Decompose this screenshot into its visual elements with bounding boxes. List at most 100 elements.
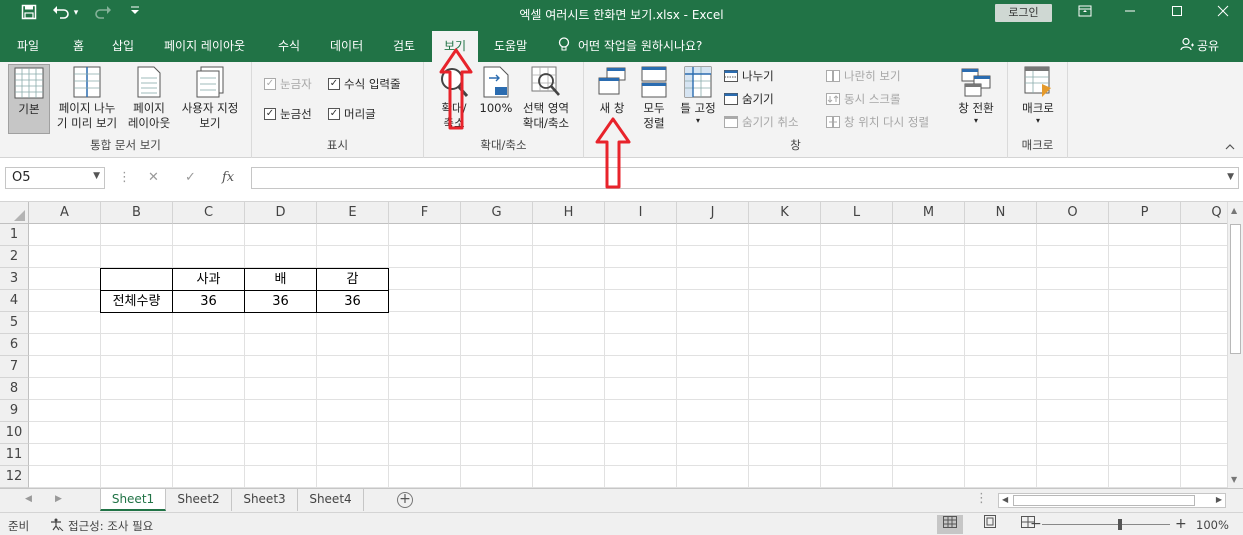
- cell-B4[interactable]: 전체수량: [100, 290, 173, 313]
- cell-C3[interactable]: 사과: [172, 268, 245, 291]
- horizontal-scroll-thumb[interactable]: [1013, 495, 1195, 506]
- row-header[interactable]: 6: [0, 334, 29, 356]
- column-header[interactable]: D: [245, 202, 317, 224]
- row-header[interactable]: 1: [0, 224, 29, 246]
- minimize-icon[interactable]: [1115, 3, 1145, 23]
- column-header[interactable]: I: [605, 202, 677, 224]
- expand-formula-bar-icon[interactable]: ▼: [1227, 172, 1234, 182]
- insert-function-icon[interactable]: fx: [222, 170, 234, 185]
- ribbon-display-options-icon[interactable]: [1070, 3, 1100, 23]
- zoom-out-icon[interactable]: −: [1030, 516, 1042, 532]
- zoom-slider-track[interactable]: [1042, 524, 1170, 525]
- accessibility-status[interactable]: 접근성: 조사 필요: [50, 518, 153, 534]
- column-header[interactable]: J: [677, 202, 749, 224]
- cell-D3[interactable]: 배: [244, 268, 317, 291]
- select-all-corner[interactable]: [0, 202, 29, 224]
- page-break-preview-button[interactable]: 페이지 나누 기 미리 보기: [52, 64, 122, 131]
- chevron-down-icon[interactable]: ▼: [93, 171, 100, 181]
- freeze-panes-button[interactable]: 틀 고정 ▾: [676, 64, 720, 125]
- tell-me-search[interactable]: 어떤 작업을 원하시나요?: [558, 37, 702, 55]
- previous-sheet-icon[interactable]: ◀: [25, 494, 32, 504]
- sheet-tab-3[interactable]: Sheet3: [232, 489, 298, 511]
- horizontal-scrollbar[interactable]: ◀ ▶: [998, 493, 1226, 508]
- row-header[interactable]: 4: [0, 290, 29, 312]
- tab-help[interactable]: 도움말: [494, 37, 527, 54]
- page-layout-view-button[interactable]: 페이지 레이아웃: [124, 64, 174, 131]
- column-header[interactable]: P: [1109, 202, 1181, 224]
- cell-D4[interactable]: 36: [244, 290, 317, 313]
- name-box[interactable]: O5 ▼: [5, 167, 105, 189]
- scroll-left-icon[interactable]: ◀: [1002, 495, 1008, 504]
- zoom-slider-thumb[interactable]: [1118, 519, 1122, 530]
- row-header[interactable]: 3: [0, 268, 29, 290]
- custom-views-button[interactable]: 사용자 지정 보기: [176, 64, 244, 131]
- column-header[interactable]: M: [893, 202, 965, 224]
- collapse-ribbon-icon[interactable]: [1225, 139, 1235, 153]
- normal-view-button[interactable]: 기본: [8, 64, 50, 134]
- macros-button[interactable]: 매크로 ▾: [1014, 64, 1062, 125]
- cell-E4[interactable]: 36: [316, 290, 389, 313]
- column-header[interactable]: E: [317, 202, 389, 224]
- formula-bar-checkbox[interactable]: ✓ 수식 입력줄: [328, 76, 401, 92]
- row-header[interactable]: 8: [0, 378, 29, 400]
- row-header[interactable]: 12: [0, 466, 29, 488]
- column-header[interactable]: L: [821, 202, 893, 224]
- split-button[interactable]: 나누기: [724, 68, 774, 84]
- row-header[interactable]: 2: [0, 246, 29, 268]
- tab-formulas[interactable]: 수식: [278, 37, 300, 54]
- tab-page-layout[interactable]: 페이지 레이아웃: [164, 37, 245, 54]
- column-header[interactable]: G: [461, 202, 533, 224]
- worksheet-grid[interactable]: ABCDEFGHIJKLMNOPQ 1 2 3 4 5 6 7 8 9 10 11 12 사과 배 감…: [0, 202, 1227, 488]
- row-header[interactable]: 11: [0, 444, 29, 466]
- column-header[interactable]: F: [389, 202, 461, 224]
- zoom-level[interactable]: 100%: [1196, 518, 1229, 532]
- tab-review[interactable]: 검토: [393, 37, 415, 54]
- tab-file[interactable]: 파일: [17, 37, 39, 54]
- sheet-tab-4[interactable]: Sheet4: [298, 489, 364, 511]
- tab-insert[interactable]: 삽입: [112, 37, 134, 54]
- vertical-scroll-thumb[interactable]: [1230, 224, 1241, 354]
- switch-windows-button[interactable]: 창 전환 ▾: [952, 64, 1000, 125]
- new-window-button[interactable]: 새 창: [594, 64, 630, 116]
- column-header[interactable]: K: [749, 202, 821, 224]
- scroll-down-icon[interactable]: ▼: [1231, 475, 1237, 484]
- vertical-scrollbar[interactable]: ▲ ▼: [1227, 202, 1243, 488]
- close-icon[interactable]: [1208, 3, 1238, 23]
- column-header[interactable]: H: [533, 202, 605, 224]
- formula-input[interactable]: ▼: [251, 167, 1239, 189]
- normal-view-status-icon[interactable]: [937, 515, 963, 534]
- row-header[interactable]: 7: [0, 356, 29, 378]
- scroll-right-icon[interactable]: ▶: [1216, 495, 1222, 504]
- tab-data[interactable]: 데이터: [330, 37, 363, 54]
- column-header[interactable]: O: [1037, 202, 1109, 224]
- column-header[interactable]: A: [29, 202, 101, 224]
- row-header[interactable]: 5: [0, 312, 29, 334]
- cell-B3[interactable]: [100, 268, 173, 291]
- scroll-up-icon[interactable]: ▲: [1231, 206, 1237, 215]
- cell-C4[interactable]: 36: [172, 290, 245, 313]
- maximize-icon[interactable]: [1162, 3, 1192, 23]
- hide-button[interactable]: 숨기기: [724, 91, 774, 107]
- gridlines-checkbox[interactable]: ✓ 눈금선: [264, 106, 312, 122]
- zoom-100-button[interactable]: 100%: [478, 64, 514, 116]
- login-button[interactable]: 로그인: [995, 4, 1052, 22]
- arrange-all-button[interactable]: 모두 정렬: [636, 64, 672, 131]
- sheet-tab-2[interactable]: Sheet2: [166, 489, 232, 511]
- share-button[interactable]: 공유: [1180, 37, 1219, 54]
- zoom-to-selection-button[interactable]: 선택 영역 확대/축소: [516, 64, 576, 131]
- row-header[interactable]: 10: [0, 422, 29, 444]
- row-header[interactable]: 9: [0, 400, 29, 422]
- column-header[interactable]: N: [965, 202, 1037, 224]
- column-header[interactable]: B: [101, 202, 173, 224]
- headings-checkbox[interactable]: ✓ 머리글: [328, 106, 376, 122]
- column-header[interactable]: C: [173, 202, 245, 224]
- tab-split-handle-icon[interactable]: ⋮: [975, 491, 988, 506]
- tab-home[interactable]: 홈: [73, 37, 84, 54]
- next-sheet-icon[interactable]: ▶: [55, 494, 62, 504]
- add-sheet-icon[interactable]: +: [397, 492, 413, 508]
- column-header[interactable]: Q: [1181, 202, 1227, 224]
- page-layout-status-icon[interactable]: [977, 515, 1003, 534]
- sheet-tab-1[interactable]: Sheet1: [100, 489, 166, 511]
- cell-E3[interactable]: 감: [316, 268, 389, 291]
- zoom-in-icon[interactable]: +: [1175, 516, 1187, 532]
